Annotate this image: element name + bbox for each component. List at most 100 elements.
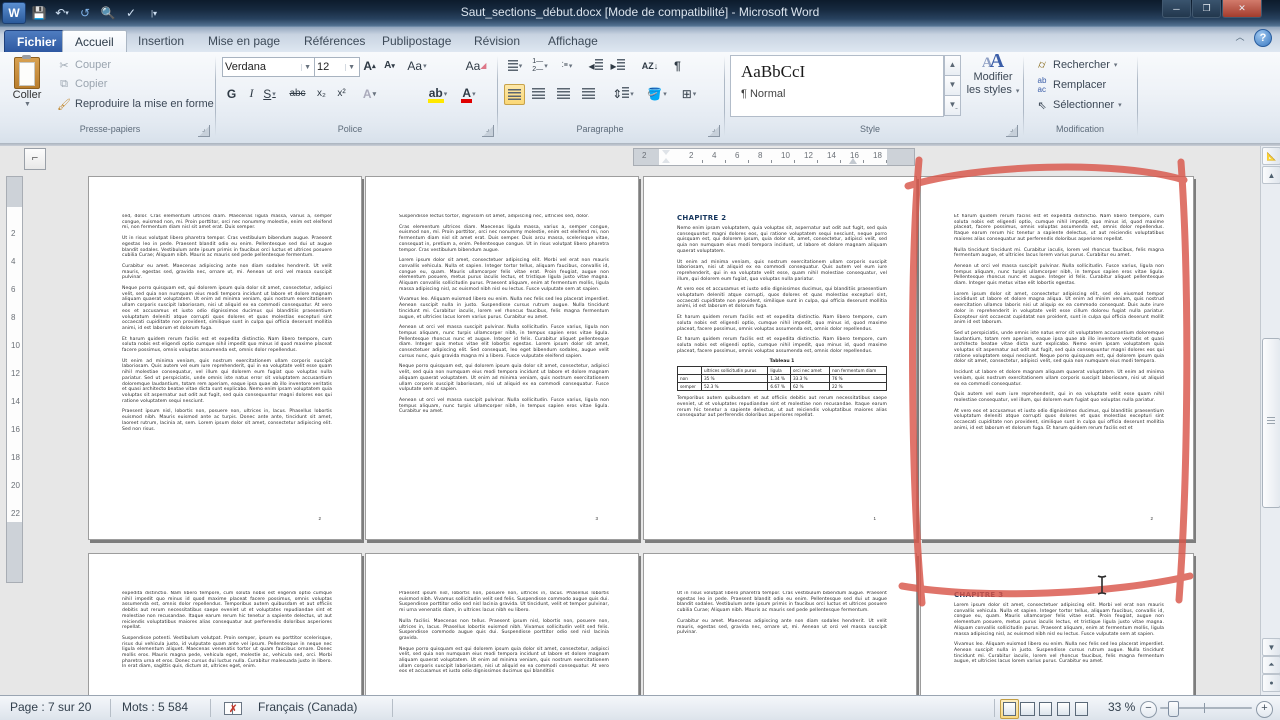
zoom-in-button[interactable]: +: [1256, 701, 1273, 718]
tab-affichage[interactable]: Affichage: [536, 30, 610, 52]
line-spacing-button[interactable]: ⇕ ▾: [610, 84, 636, 103]
text-effects-button[interactable]: A ▾: [360, 84, 379, 103]
increase-indent-button[interactable]: ▸: [608, 56, 627, 75]
document-page[interactable]: 2 sed, dolor. Cras elementum ultrices dia…: [88, 176, 362, 540]
shading-button[interactable]: 🪣 ▾: [644, 84, 670, 103]
view-web-layout-button[interactable]: [1036, 699, 1055, 719]
document-page[interactable]: Ut in risus volutpat libero pharetra tem…: [643, 553, 917, 695]
italic-button[interactable]: I: [242, 84, 261, 103]
document-page[interactable]: expedita distinctio. Nam libero tempore,…: [88, 553, 362, 695]
font-color-button[interactable]: A ▾: [456, 84, 482, 103]
strikethrough-button[interactable]: abc: [288, 84, 307, 103]
decrease-indent-button[interactable]: ◂: [586, 56, 605, 75]
document-page[interactable]: 3 Suspendisse lectus tortor, dignissim si…: [365, 176, 639, 540]
view-fullscreen-reading-button[interactable]: [1018, 699, 1037, 719]
cut-button[interactable]: ✂ Couper: [54, 57, 113, 73]
format-painter-button[interactable]: 🖌 Reproduire la mise en forme: [54, 96, 216, 112]
clipboard-dialog-launcher-icon[interactable]: ⌟: [198, 125, 210, 137]
vertical-ruler[interactable]: 2 4 6 8 10 12 14 16 18 20 22: [6, 176, 23, 583]
align-center-button[interactable]: [529, 84, 548, 103]
paste-button[interactable]: Coller ▼: [6, 55, 48, 123]
scroll-up-icon[interactable]: ▲: [1262, 166, 1280, 184]
find-button[interactable]: ⌭ Rechercher ▾: [1032, 57, 1119, 73]
style-gallery-up-icon[interactable]: ▲: [944, 55, 961, 76]
ruler-toggle-icon[interactable]: 📐: [1262, 147, 1280, 165]
shrink-font-button[interactable]: A ▾: [380, 56, 399, 75]
close-button[interactable]: ✕: [1222, 0, 1262, 18]
maximize-button[interactable]: ❐: [1192, 0, 1221, 18]
replace-button[interactable]: ab ac Remplacer: [1032, 76, 1108, 94]
previous-page-icon[interactable]: ⏶: [1262, 656, 1280, 674]
page-paragraph: Lorem ipsum dolor sit amet, consectetuer…: [399, 258, 609, 292]
tab-mise-en-page[interactable]: Mise en page: [196, 30, 292, 52]
zoom-slider-thumb[interactable]: [1168, 701, 1179, 717]
borders-button[interactable]: ⊞ ▾: [676, 84, 702, 103]
show-marks-button[interactable]: ¶: [668, 56, 687, 75]
highlight-button[interactable]: ab ▾: [424, 84, 452, 103]
sort-button[interactable]: AZ↓: [638, 56, 662, 75]
tab-references[interactable]: Références: [292, 30, 377, 52]
scroll-down-icon[interactable]: ▼: [1262, 638, 1280, 656]
document-page[interactable]: Praesent ipsum nisl, lobortis non, posue…: [365, 553, 639, 695]
paragraph-dialog-launcher-icon[interactable]: ⌟: [708, 125, 720, 137]
font-size-combo[interactable]: 12 ▼: [314, 57, 360, 77]
document-page[interactable]: 1 CHAPITRE 2 Nemo enim ipsam voluptatem, q…: [643, 176, 917, 540]
document-page[interactable]: CHAPITRE 3 Lorem ipsum dolor sit amet, co…: [920, 553, 1194, 695]
numbering-button[interactable]: 1— 2— ▾: [529, 56, 551, 75]
select-button[interactable]: ⇖ Sélectionner ▾: [1032, 97, 1124, 113]
tab-revision[interactable]: Révision: [462, 30, 532, 52]
superscript-button[interactable]: x²: [332, 84, 351, 103]
ruler-tick: [725, 160, 726, 163]
style-gallery[interactable]: AaBbCcI ¶ Normal: [730, 55, 944, 117]
align-left-button[interactable]: [504, 84, 525, 105]
style-gallery-down-icon[interactable]: ▼: [944, 75, 961, 96]
change-styles-button[interactable]: AA Modifier les styles ▾: [966, 51, 1020, 121]
indent-marker-icon[interactable]: [662, 150, 670, 163]
ruler-number: 22: [11, 509, 20, 518]
ruler-number: 4: [712, 151, 717, 160]
scrollbar-thumb[interactable]: [1262, 338, 1280, 508]
font-name-combo[interactable]: Verdana ▼: [222, 57, 316, 77]
tab-fichier[interactable]: Fichier: [4, 30, 70, 54]
view-draft-button[interactable]: [1072, 699, 1091, 719]
vertical-scrollbar[interactable]: 📐 ▲ ▼ ⏶ ● ⏷: [1260, 146, 1280, 695]
style-gallery-item-normal[interactable]: AaBbCcI ¶ Normal: [741, 62, 933, 100]
document-page[interactable]: 2 Et harum quidem rerum facilis est et ex…: [920, 176, 1194, 540]
browse-object-icon[interactable]: ●: [1262, 674, 1280, 692]
language-indicator[interactable]: Français (Canada): [258, 700, 357, 714]
help-icon[interactable]: ?: [1254, 29, 1272, 47]
page-indicator[interactable]: Page : 7 sur 20: [10, 700, 91, 714]
horizontal-ruler[interactable]: 2 2 4 6 8 10 12 14 16 18: [633, 148, 915, 166]
window-title: Saut_sections_début.docx [Mode de compat…: [460, 5, 820, 19]
underline-button[interactable]: S ▾: [260, 84, 279, 103]
style-dialog-launcher-icon[interactable]: ⌟: [1006, 125, 1018, 137]
word-count[interactable]: Mots : 5 584: [122, 700, 188, 714]
zoom-level[interactable]: 33 %: [1108, 700, 1135, 714]
tab-publipostage[interactable]: Publipostage: [370, 30, 463, 52]
page-number: 1: [873, 516, 876, 521]
align-right-button[interactable]: [554, 84, 573, 103]
view-print-layout-button[interactable]: [1000, 699, 1019, 719]
style-gallery-more-icon[interactable]: ▼̱: [944, 95, 961, 116]
page-paragraph: Et harum quidem rerum facilis est et exp…: [677, 337, 887, 354]
copy-button[interactable]: ⧉ Copier: [54, 76, 109, 92]
clear-formatting-button[interactable]: Aa ◢: [464, 56, 488, 75]
font-dialog-launcher-icon[interactable]: ⌟: [482, 125, 494, 137]
ribbon-tab-row: Fichier Accueil Insertion Mise en page R…: [0, 27, 1280, 54]
tab-selector-button[interactable]: ⌐: [24, 148, 46, 170]
tab-insertion[interactable]: Insertion: [126, 30, 196, 52]
zoom-out-button[interactable]: −: [1140, 701, 1157, 718]
view-outline-button[interactable]: [1054, 699, 1073, 719]
collapse-ribbon-icon[interactable]: ︿: [1233, 30, 1247, 44]
subscript-button[interactable]: x₂: [312, 84, 331, 103]
change-case-button[interactable]: Aa ▾: [404, 56, 430, 75]
multilevel-list-button[interactable]: ⁚≡ ▾: [555, 56, 579, 75]
page-paragraph: Vivamus leo. Aliquam euismod libero eu e…: [399, 297, 609, 320]
grow-font-button[interactable]: A ▴: [360, 56, 379, 75]
minimize-button[interactable]: ─: [1162, 0, 1191, 18]
tab-accueil[interactable]: Accueil: [62, 30, 127, 53]
bold-button[interactable]: G: [222, 84, 241, 103]
justify-button[interactable]: [579, 84, 598, 103]
bullets-button[interactable]: ▾: [504, 56, 526, 75]
ruler-tick: [863, 160, 864, 163]
